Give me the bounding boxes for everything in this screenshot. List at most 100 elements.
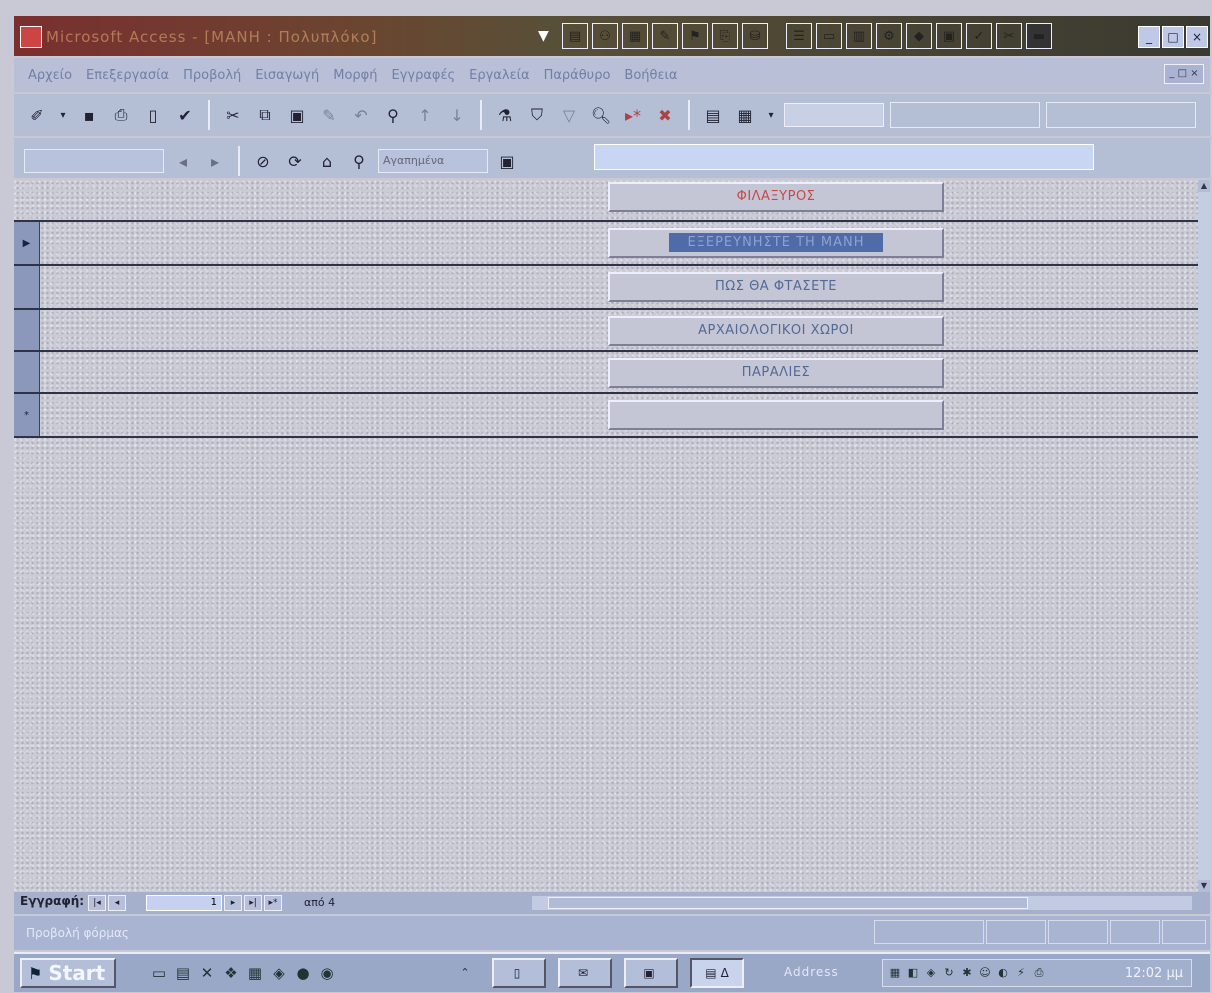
address-field[interactable] (594, 144, 1094, 170)
sort-descending-icon[interactable]: ↓ (444, 101, 470, 129)
task-button-access[interactable]: ▤ Δ (690, 958, 744, 988)
vertical-scrollbar[interactable]: ▲ ▼ (1198, 180, 1210, 892)
filter-by-selection-icon[interactable]: ⚗ (492, 101, 518, 129)
language-icon[interactable]: ◐ (995, 965, 1011, 981)
first-record-icon[interactable]: |◂ (88, 895, 106, 911)
format-painter-icon[interactable]: ✎ (316, 101, 342, 129)
new-record-icon[interactable]: ▸* (620, 101, 646, 129)
browser-icon[interactable]: ◉ (316, 962, 338, 984)
next-record-icon[interactable]: ▸ (224, 895, 242, 911)
object-combo[interactable] (24, 149, 164, 173)
scroll-up-icon[interactable]: ▲ (1198, 180, 1210, 192)
cut-icon[interactable]: ✂ (220, 101, 246, 129)
media-icon[interactable]: ◈ (268, 962, 290, 984)
power-icon[interactable]: ⚡ (1013, 965, 1029, 981)
menu-item-file[interactable]: Αρχείο (28, 68, 72, 83)
volume-icon[interactable]: ◧ (905, 965, 921, 981)
record-selector[interactable] (14, 352, 40, 392)
menu-item-view[interactable]: Προβολή (183, 68, 241, 83)
antivirus-icon[interactable]: ◈ (923, 965, 939, 981)
table-row[interactable]: ΑΡΧΑΙΟΛΟΓΙΚΟΙ ΧΩΡΟΙ (14, 310, 1198, 352)
stop-icon[interactable]: ⊘ (250, 147, 276, 175)
chevron-up-icon[interactable]: ⌃ (454, 962, 476, 984)
table-icon[interactable]: ▦ (622, 23, 648, 49)
table-row[interactable]: ΠΑΡΑΛΙΕΣ (14, 352, 1198, 394)
refresh-icon[interactable]: ⟳ (282, 147, 308, 175)
scroll-thumb[interactable] (548, 897, 1028, 909)
header-button[interactable]: ΦΙΛΑΞΥΡΟΣ (608, 182, 944, 212)
access-app-icon[interactable] (20, 26, 42, 48)
program-icon[interactable]: ▦ (244, 962, 266, 984)
menu-item-help[interactable]: Βοήθεια (624, 68, 677, 83)
paste-icon[interactable]: ▣ (284, 101, 310, 129)
tools-icon[interactable]: ✂ (996, 23, 1022, 49)
clock[interactable]: 12:02 μμ (1125, 966, 1183, 981)
copy-icon[interactable]: ⧉ (252, 101, 278, 129)
scroll-down-icon[interactable]: ▼ (1198, 880, 1210, 892)
new-record-row[interactable]: * (14, 394, 1198, 438)
close-button[interactable]: × (1186, 26, 1208, 48)
menu-item-format[interactable]: Μορφή (333, 68, 377, 83)
minimize-button[interactable]: _ (1138, 26, 1160, 48)
record-selector[interactable] (14, 310, 40, 350)
list-icon[interactable]: ☰ (786, 23, 812, 49)
tools-icon[interactable]: ✕ (196, 962, 218, 984)
undo-icon[interactable]: ↶ (348, 101, 374, 129)
table-row[interactable]: ΠΩΣ ΘΑ ΦΤΑΣΕΤΕ (14, 266, 1198, 310)
chevron-down-icon[interactable]: ▼ (538, 28, 549, 44)
monitor-icon[interactable]: ▬ (1026, 23, 1052, 49)
document-window-controls[interactable]: _ □ × (1164, 64, 1204, 84)
db-icon[interactable]: ⛁ (742, 23, 768, 49)
menu-item-window[interactable]: Παράθυρο (544, 68, 611, 83)
sync-icon[interactable]: ↻ (941, 965, 957, 981)
sort-ascending-icon[interactable]: ↑ (412, 101, 438, 129)
find-icon[interactable]: 🔍︎ (588, 101, 614, 129)
chevron-down-icon[interactable]: ▾ (764, 101, 778, 129)
menu-item-insert[interactable]: Εισαγωγή (255, 68, 319, 83)
record-number-field[interactable]: 1 (146, 895, 222, 911)
module-icon[interactable]: ⎘ (712, 23, 738, 49)
delete-record-icon[interactable]: ✖ (652, 101, 678, 129)
menu-button-how-to-get[interactable]: ΠΩΣ ΘΑ ΦΤΑΣΕΤΕ (608, 272, 944, 302)
macro-icon[interactable]: ⚑ (682, 23, 708, 49)
table-row[interactable]: ▶ ΕΞΕΡΕΥΝΗΣΤΕ ΤΗ ΜΑΝΗ (14, 222, 1198, 266)
spelling-icon[interactable]: ✔ (172, 101, 198, 129)
chart-icon[interactable]: ▥ (846, 23, 872, 49)
internet-icon[interactable]: ❖ (220, 962, 242, 984)
new-record-selector-icon[interactable]: * (14, 394, 40, 436)
menu-button-explore[interactable]: ΕΞΕΡΕΥΝΗΣΤΕ ΤΗ ΜΑΝΗ (608, 228, 944, 258)
print-icon[interactable]: ⎙ (108, 101, 134, 129)
new-record-nav-icon[interactable]: ▸* (264, 895, 282, 911)
database-window-icon[interactable]: ▤ (700, 101, 726, 129)
form-icon[interactable]: ▤ (562, 23, 588, 49)
record-selector[interactable] (14, 266, 40, 308)
task-button-mail[interactable]: ✉ (558, 958, 612, 988)
favorites-menu[interactable]: Αγαπημένα (378, 149, 488, 173)
menu-item-tools[interactable]: Εργαλεία (469, 68, 529, 83)
previous-record-icon[interactable]: ◂ (108, 895, 126, 911)
title-bar[interactable]: Microsoft Access - [ΜΑΝΗ : Πολυπλόκο] ▼ … (14, 16, 1210, 56)
maximize-button[interactable]: □ (1162, 26, 1184, 48)
new-object-icon[interactable]: ▦ (732, 101, 758, 129)
explorer-icon[interactable]: ▤ (172, 962, 194, 984)
back-icon[interactable]: ◂ (170, 147, 196, 175)
hyperlink-icon[interactable]: ⚲ (380, 101, 406, 129)
empty-field-button[interactable] (608, 400, 944, 430)
zoom-combo[interactable] (784, 103, 884, 127)
query-icon[interactable]: ⚇ (592, 23, 618, 49)
menu-button-beaches[interactable]: ΠΑΡΑΛΙΕΣ (608, 358, 944, 388)
printer-icon[interactable]: ⎙ (1031, 965, 1047, 981)
menu-item-edit[interactable]: Επεξεργασία (86, 68, 169, 83)
menu-button-archaeological-sites[interactable]: ΑΡΧΑΙΟΛΟΓΙΚΟΙ ΧΩΡΟΙ (608, 316, 944, 346)
current-record-selector-icon[interactable]: ▶ (14, 222, 40, 264)
filter-by-form-icon[interactable]: ⛉ (524, 101, 550, 129)
save-icon[interactable]: ▪ (76, 101, 102, 129)
cd-icon[interactable]: ● (292, 962, 314, 984)
desktop-icon[interactable]: ▭ (148, 962, 170, 984)
properties-icon[interactable]: ⚙ (876, 23, 902, 49)
messenger-icon[interactable]: ☺ (977, 965, 993, 981)
design-view-icon[interactable]: ✐ (24, 101, 50, 129)
report-icon[interactable]: ✎ (652, 23, 678, 49)
security-icon[interactable]: ✱ (959, 965, 975, 981)
check-icon[interactable]: ✓ (966, 23, 992, 49)
